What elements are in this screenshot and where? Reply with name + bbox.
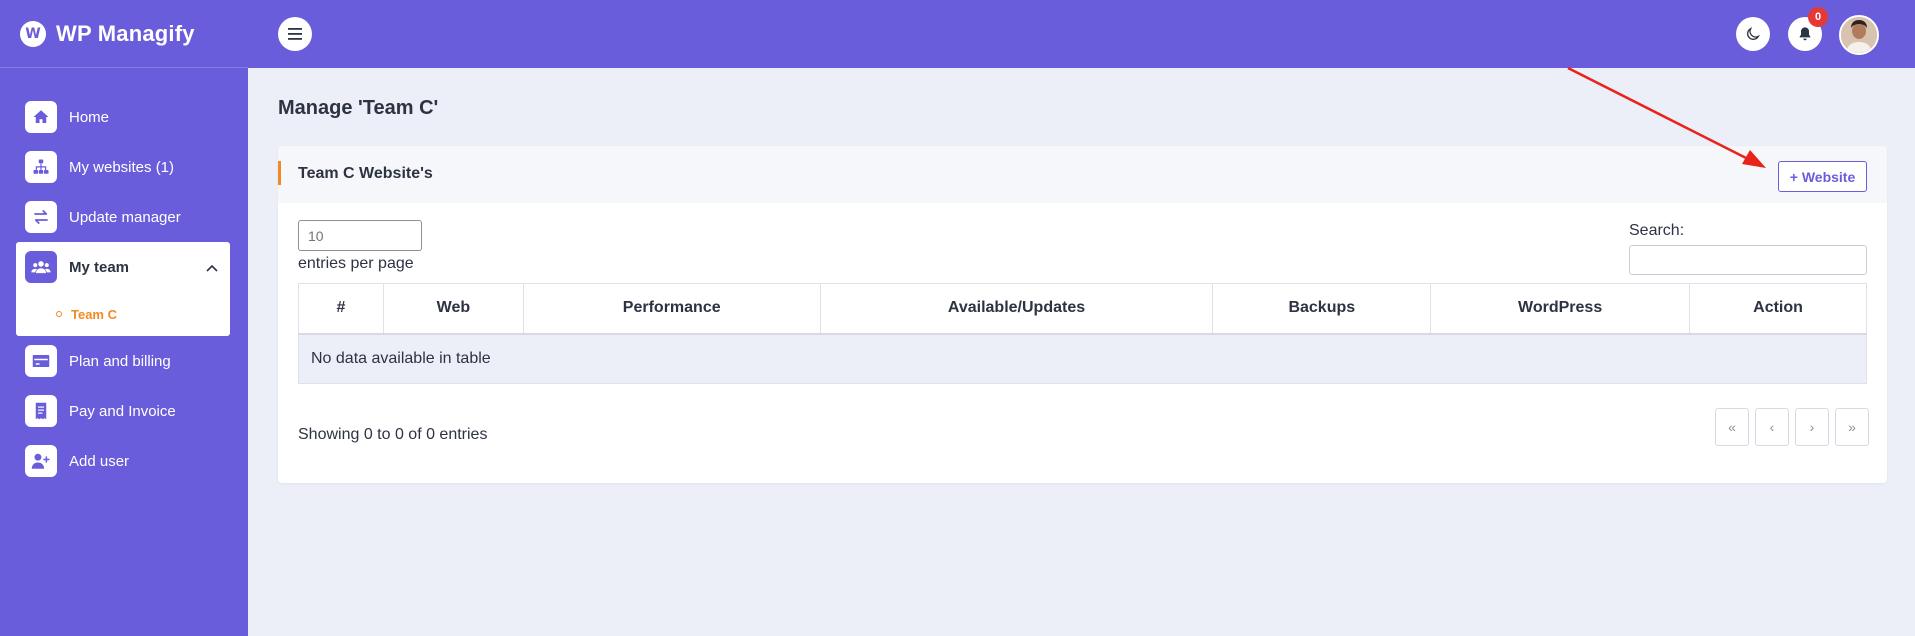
- card-title: Team C Website's: [298, 165, 433, 182]
- card-header: Team C Website's + Website: [278, 146, 1887, 203]
- sidebar-item-label: Pay and Invoice: [69, 402, 176, 420]
- sidebar: W WP Managify Home My websites (1) Updat…: [0, 0, 248, 636]
- sidebar-item-plan-billing[interactable]: Plan and billing: [16, 336, 230, 386]
- sidebar-item-label: Plan and billing: [69, 352, 171, 370]
- moon-icon: [1747, 27, 1760, 40]
- brand-name: WP Managify: [56, 20, 195, 46]
- page-title: Manage 'Team C': [278, 97, 439, 119]
- notification-badge: 0: [1808, 7, 1828, 27]
- sidebar-item-home[interactable]: Home: [16, 92, 230, 142]
- websites-card: Team C Website's + Website entries per p…: [278, 146, 1887, 483]
- column-header[interactable]: Action: [1689, 283, 1867, 335]
- sidebar-item-label: Update manager: [69, 208, 181, 226]
- home-icon: [25, 101, 57, 133]
- credit-card-icon: [25, 345, 57, 377]
- menu-toggle-button[interactable]: [278, 17, 312, 51]
- notifications-button[interactable]: 0: [1788, 7, 1828, 51]
- sidebar-item-label: My team: [69, 258, 130, 276]
- column-header[interactable]: Backups: [1212, 283, 1432, 335]
- user-plus-icon: [25, 445, 57, 477]
- sidebar-item-label: Add user: [69, 452, 130, 470]
- accent-bar: [278, 161, 281, 185]
- table-row: No data available in table: [298, 333, 1867, 384]
- entries-per-page-input[interactable]: [298, 220, 422, 251]
- sidebar-item-label: Home: [69, 108, 110, 126]
- brand-logo-icon: W: [20, 20, 46, 47]
- previous-page-button[interactable]: ‹: [1755, 408, 1789, 446]
- add-website-button[interactable]: + Website: [1778, 161, 1867, 192]
- top-header: 0: [248, 0, 1915, 68]
- column-header[interactable]: Web: [382, 283, 524, 335]
- sitemap-icon: [25, 151, 57, 183]
- chevron-up-icon[interactable]: [206, 259, 218, 276]
- next-page-button[interactable]: ›: [1795, 408, 1829, 446]
- swap-icon: [25, 201, 57, 233]
- sidebar-item-label: My websites (1): [69, 158, 175, 176]
- sidebar-item-my-websites[interactable]: My websites (1): [16, 142, 230, 192]
- sidebar-nav: Home My websites (1) Update manager My t…: [16, 92, 230, 486]
- search-input[interactable]: [1629, 245, 1867, 275]
- sidebar-group-my-team: My team Team C: [16, 242, 230, 336]
- table-info: Showing 0 to 0 of 0 entries: [298, 426, 488, 443]
- users-icon: [25, 251, 57, 283]
- sidebar-item-my-team[interactable]: My team: [16, 242, 230, 292]
- websites-table: # Web Performance Available/Updates Back…: [298, 283, 1867, 384]
- sidebar-subitem-team-c[interactable]: Team C: [16, 292, 230, 336]
- column-header[interactable]: Available/Updates: [819, 283, 1214, 335]
- column-header[interactable]: WordPress: [1430, 283, 1691, 335]
- column-header[interactable]: #: [298, 283, 384, 335]
- sidebar-item-update-manager[interactable]: Update manager: [16, 192, 230, 242]
- bullet-icon: [56, 311, 62, 317]
- table-header-row: # Web Performance Available/Updates Back…: [298, 283, 1867, 335]
- avatar[interactable]: [1839, 15, 1879, 55]
- hamburger-icon: [288, 28, 302, 40]
- pagination: « ‹ › »: [1715, 408, 1875, 446]
- first-page-button[interactable]: «: [1715, 408, 1749, 446]
- sidebar-subitem-label: Team C: [71, 306, 117, 322]
- sidebar-item-add-user[interactable]: Add user: [16, 436, 230, 486]
- column-header[interactable]: Performance: [522, 283, 821, 335]
- sidebar-item-pay-invoice[interactable]: Pay and Invoice: [16, 386, 230, 436]
- bell-icon: [1799, 27, 1811, 41]
- dark-mode-button[interactable]: [1736, 17, 1770, 51]
- entries-per-page-label: entries per page: [298, 255, 414, 272]
- last-page-button[interactable]: »: [1835, 408, 1869, 446]
- search-label: Search:: [1629, 222, 1685, 239]
- receipt-icon: [25, 395, 57, 427]
- brand[interactable]: W WP Managify: [0, 0, 248, 68]
- empty-table-message: No data available in table: [298, 333, 1867, 384]
